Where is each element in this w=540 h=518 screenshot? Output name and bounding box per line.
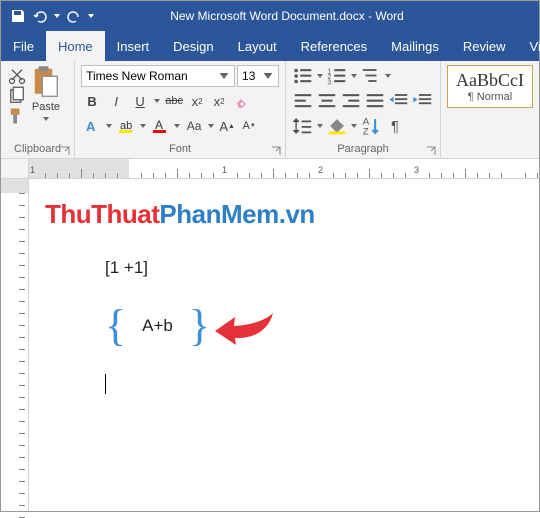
window-title: New Microsoft Word Document.docx - Word bbox=[95, 9, 539, 23]
bullets-icon[interactable] bbox=[292, 65, 314, 87]
tab-view[interactable]: View bbox=[517, 31, 540, 61]
style-preview: AaBbCcI bbox=[456, 70, 524, 91]
underline-button[interactable]: U bbox=[129, 90, 151, 112]
tab-file[interactable]: File bbox=[1, 31, 46, 61]
clear-formatting-icon[interactable] bbox=[231, 90, 253, 112]
doc-line-1: [1 +1] bbox=[105, 258, 509, 278]
shading-dropdown-icon[interactable] bbox=[350, 122, 358, 130]
font-size-combo[interactable]: 13 bbox=[237, 65, 279, 87]
grow-font-icon[interactable]: A▲ bbox=[217, 115, 237, 137]
title-bar: New Microsoft Word Document.docx - Word bbox=[1, 1, 539, 31]
change-case-dropdown-icon[interactable] bbox=[207, 122, 215, 130]
highlight-dropdown-icon[interactable] bbox=[139, 122, 147, 130]
italic-button[interactable]: I bbox=[105, 90, 127, 112]
text-effects-dropdown-icon[interactable] bbox=[105, 122, 113, 130]
font-color-dropdown-icon[interactable] bbox=[173, 122, 181, 130]
clipboard-group-label: Clipboard bbox=[1, 142, 74, 158]
clipboard-dialog-icon[interactable] bbox=[60, 146, 70, 156]
paragraph-dialog-icon[interactable] bbox=[426, 146, 436, 156]
line-spacing-dropdown-icon[interactable] bbox=[316, 122, 324, 130]
align-center-icon[interactable] bbox=[316, 90, 338, 112]
right-brace-icon: } bbox=[189, 304, 210, 348]
text-effects-icon[interactable]: A bbox=[81, 115, 103, 137]
line-spacing-icon[interactable] bbox=[292, 115, 314, 137]
show-marks-icon[interactable]: ¶ bbox=[384, 115, 406, 137]
document-page[interactable]: ThuThuatPhanMem.vn [1 +1] { A+b } bbox=[29, 179, 539, 511]
paste-label[interactable]: Paste bbox=[32, 101, 60, 113]
justify-icon[interactable] bbox=[364, 90, 386, 112]
ruler-horizontal[interactable]: 21123 bbox=[1, 159, 539, 179]
font-name-combo[interactable]: Times New Roman bbox=[81, 65, 235, 87]
svg-text:A: A bbox=[86, 119, 96, 134]
text-cursor bbox=[105, 374, 509, 394]
qat-customize-icon[interactable] bbox=[87, 12, 95, 20]
ribbon-tabs: File Home Insert Design Layout Reference… bbox=[1, 31, 539, 61]
subscript-button[interactable]: x2 bbox=[187, 90, 207, 112]
multilevel-dropdown-icon[interactable] bbox=[384, 72, 392, 80]
sort-icon[interactable]: AZ bbox=[360, 115, 382, 137]
multilevel-list-icon[interactable] bbox=[360, 65, 382, 87]
svg-text:Z: Z bbox=[363, 126, 369, 137]
increase-indent-icon[interactable] bbox=[412, 90, 434, 112]
underline-dropdown-icon[interactable] bbox=[153, 97, 161, 105]
align-right-icon[interactable] bbox=[340, 90, 362, 112]
style-name: ¶ Normal bbox=[468, 91, 512, 103]
shading-icon[interactable] bbox=[326, 115, 348, 137]
format-painter-icon[interactable] bbox=[7, 107, 27, 125]
paragraph-group-label: Paragraph bbox=[286, 142, 440, 158]
svg-text:3: 3 bbox=[327, 79, 331, 86]
font-name-value: Times New Roman bbox=[86, 69, 218, 83]
paste-dropdown-icon[interactable] bbox=[42, 115, 50, 123]
undo-dropdown-icon[interactable] bbox=[53, 12, 61, 20]
align-left-icon[interactable] bbox=[292, 90, 314, 112]
watermark: ThuThuatPhanMem.vn bbox=[45, 199, 509, 230]
ruler-vertical[interactable] bbox=[1, 179, 29, 511]
font-size-dropdown-icon[interactable] bbox=[262, 70, 274, 82]
shrink-font-icon[interactable]: A▼ bbox=[239, 115, 259, 137]
numbering-icon[interactable]: 123 bbox=[326, 65, 348, 87]
decrease-indent-icon[interactable] bbox=[388, 90, 410, 112]
font-group-label: Font bbox=[75, 142, 285, 158]
styles-group-label bbox=[441, 142, 539, 158]
paste-icon[interactable] bbox=[31, 65, 61, 99]
undo-icon[interactable] bbox=[31, 7, 49, 25]
callout-arrow-icon bbox=[215, 311, 275, 351]
svg-text:A: A bbox=[155, 118, 163, 132]
font-color-icon[interactable]: A bbox=[149, 115, 171, 137]
tab-mailings[interactable]: Mailings bbox=[379, 31, 451, 61]
save-icon[interactable] bbox=[9, 7, 27, 25]
copy-icon[interactable] bbox=[7, 87, 27, 105]
strikethrough-button[interactable]: abc bbox=[163, 90, 185, 112]
superscript-button[interactable]: x2 bbox=[209, 90, 229, 112]
tab-home[interactable]: Home bbox=[46, 31, 105, 61]
tab-references[interactable]: References bbox=[289, 31, 379, 61]
bullets-dropdown-icon[interactable] bbox=[316, 72, 324, 80]
tab-review[interactable]: Review bbox=[451, 31, 518, 61]
brace-block: { A+b } bbox=[105, 304, 509, 348]
ribbon: Paste Clipboard Times New Roman 13 bbox=[1, 61, 539, 159]
font-name-dropdown-icon[interactable] bbox=[218, 70, 230, 82]
cut-icon[interactable] bbox=[7, 67, 27, 85]
style-normal[interactable]: AaBbCcI ¶ Normal bbox=[447, 65, 533, 108]
highlight-icon[interactable]: ab bbox=[115, 115, 137, 137]
bold-button[interactable]: B bbox=[81, 90, 103, 112]
font-dialog-icon[interactable] bbox=[271, 146, 281, 156]
brace-content: A+b bbox=[134, 316, 181, 336]
tab-layout[interactable]: Layout bbox=[226, 31, 289, 61]
font-size-value: 13 bbox=[242, 69, 262, 83]
tab-insert[interactable]: Insert bbox=[105, 31, 162, 61]
tab-design[interactable]: Design bbox=[161, 31, 225, 61]
numbering-dropdown-icon[interactable] bbox=[350, 72, 358, 80]
change-case-button[interactable]: Aa bbox=[183, 115, 205, 137]
redo-icon[interactable] bbox=[65, 7, 83, 25]
left-brace-icon: { bbox=[105, 304, 126, 348]
